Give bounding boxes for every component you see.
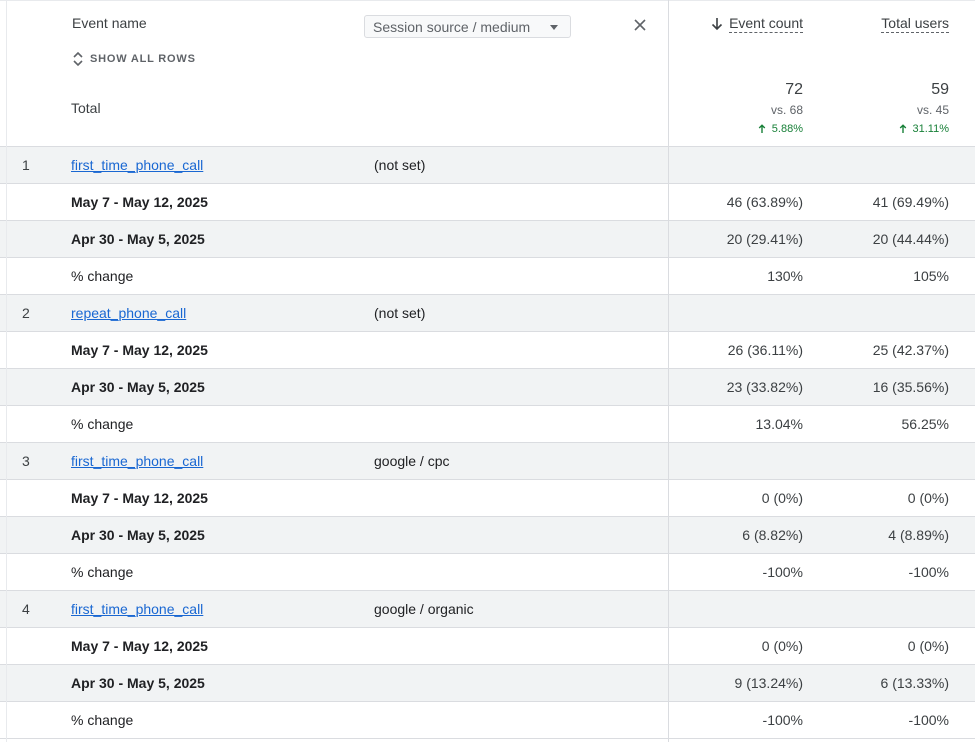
total-users-cell: 41 (69.49%) [872,194,949,210]
top-border [0,0,975,1]
event-count-cell: 13.04% [755,416,803,432]
table-header: Event name SHOW ALL ROWS Total Session s… [0,0,975,147]
total-users-cell: 20 (44.44%) [872,231,949,247]
event-count-cell: 130% [767,268,803,284]
total-users-value: 59 [931,81,949,98]
total-users-cell: 4 (8.89%) [888,527,949,543]
event-count-label: Event count [729,15,803,33]
event-count-cell: -100% [762,564,803,580]
event-count-cell: 20 (29.41%) [726,231,803,247]
event-count-cell: 23 (33.82%) [726,379,803,395]
total-users-cell: -100% [908,564,949,580]
total-users-column-header[interactable]: Total users [881,15,949,33]
table-row: Apr 30 - May 5, 2025 6 (8.82%) 4 (8.89%) [0,517,975,554]
row-index: 4 [22,601,30,617]
arrow-up-icon [758,124,766,133]
percent-change-label: % change [71,564,134,580]
percent-change-label: % change [71,416,134,432]
table-row: May 7 - May 12, 2025 26 (36.11%) 25 (42.37… [0,332,975,369]
total-event-count-comparison: vs. 68 [770,103,803,117]
report-table: Event name SHOW ALL ROWS Total Session s… [0,0,975,742]
table-row: Apr 30 - May 5, 2025 23 (33.82%) 16 (35.56… [0,369,975,406]
table-row: 1 first_time_phone_call (not set) [0,147,975,184]
table-row: % change -100% -100% [0,702,975,739]
dropdown-caret-icon [550,25,558,30]
table-row: % change 130% 105% [0,258,975,295]
total-users-change: 31.11% [899,123,950,135]
row-index: 1 [22,157,30,173]
show-all-rows-button[interactable]: SHOW ALL ROWS [72,51,196,67]
date-range-label: May 7 - May 12, 2025 [71,638,208,654]
total-users-cell: 105% [913,268,949,284]
date-range-label: Apr 30 - May 5, 2025 [71,675,205,691]
close-icon[interactable] [632,17,648,33]
session-source-medium: (not set) [374,305,426,321]
table-row: May 7 - May 12, 2025 46 (63.89%) 41 (69.49… [0,184,975,221]
event-count-cell: 26 (36.11%) [727,342,803,358]
table-row: % change -100% -100% [0,554,975,591]
metric-column-divider [668,0,669,742]
show-all-rows-label: SHOW ALL ROWS [90,53,196,65]
event-name-link[interactable]: repeat_phone_call [71,305,186,321]
session-source-medium: google / cpc [374,453,450,469]
date-range-label: May 7 - May 12, 2025 [71,342,208,358]
event-count-cell: 0 (0%) [761,638,803,654]
event-count-cell: 0 (0%) [761,490,803,506]
total-event-count-change-value: 5.88% [771,123,803,135]
table-row: Apr 30 - May 5, 2025 9 (13.24%) 6 (13.33%) [0,665,975,702]
total-event-count-change: 5.88% [758,123,803,135]
total-users-cell: 56.25% [901,416,949,432]
table-row: May 7 - May 12, 2025 0 (0%) 0 (0%) [0,628,975,665]
event-count-cell: 46 (63.89%) [726,194,803,210]
date-range-label: May 7 - May 12, 2025 [71,490,208,506]
total-users-cell: 6 (13.33%) [880,675,949,691]
total-users-cell: 0 (0%) [907,638,949,654]
table-row: % change 13.04% 56.25% [0,406,975,443]
sort-descending-arrow-icon [711,18,723,31]
event-count-cell: -100% [762,712,803,728]
date-range-label: Apr 30 - May 5, 2025 [71,231,205,247]
table-row: May 7 - May 12, 2025 0 (0%) 0 (0%) [0,480,975,517]
unfold-icon [73,51,83,67]
total-users-cell: 16 (35.56%) [872,379,949,395]
table-row: 3 first_time_phone_call google / cpc [0,443,975,480]
row-index: 2 [22,305,30,321]
event-count-cell: 6 (8.82%) [742,527,803,543]
secondary-dimension-label: Session source / medium [373,18,531,35]
arrow-up-icon [899,124,906,133]
total-users-cell: 0 (0%) [907,490,949,506]
total-users-comparison: vs. 45 [916,103,949,117]
event-name-link[interactable]: first_time_phone_call [71,601,203,617]
total-users-cell: 25 (42.37%) [872,342,949,358]
event-name-link[interactable]: first_time_phone_call [71,157,203,173]
date-range-label: May 7 - May 12, 2025 [71,194,208,210]
event-name-column-header[interactable]: Event name [72,15,147,31]
total-users-change-value: 31.11% [912,123,950,135]
percent-change-label: % change [71,712,134,728]
total-row-label: Total [71,100,101,116]
total-users-label: Total users [881,15,949,33]
secondary-dimension-select[interactable]: Session source / medium [364,15,571,38]
date-range-label: Apr 30 - May 5, 2025 [71,379,205,395]
date-range-label: Apr 30 - May 5, 2025 [71,527,205,543]
row-index: 3 [22,453,30,469]
table-row: 2 repeat_phone_call (not set) [0,295,975,332]
session-source-medium: (not set) [374,157,426,173]
percent-change-label: % change [71,268,134,284]
event-count-column-header[interactable]: Event count [710,15,803,33]
left-border [6,0,7,742]
table-row: Apr 30 - May 5, 2025 20 (29.41%) 20 (44.44… [0,221,975,258]
total-event-count-value: 72 [785,81,803,98]
table-row: 4 first_time_phone_call google / organic [0,591,975,628]
session-source-medium: google / organic [374,601,474,617]
event-name-link[interactable]: first_time_phone_call [71,453,203,469]
total-users-cell: -100% [908,712,949,728]
event-count-cell: 9 (13.24%) [734,675,803,691]
